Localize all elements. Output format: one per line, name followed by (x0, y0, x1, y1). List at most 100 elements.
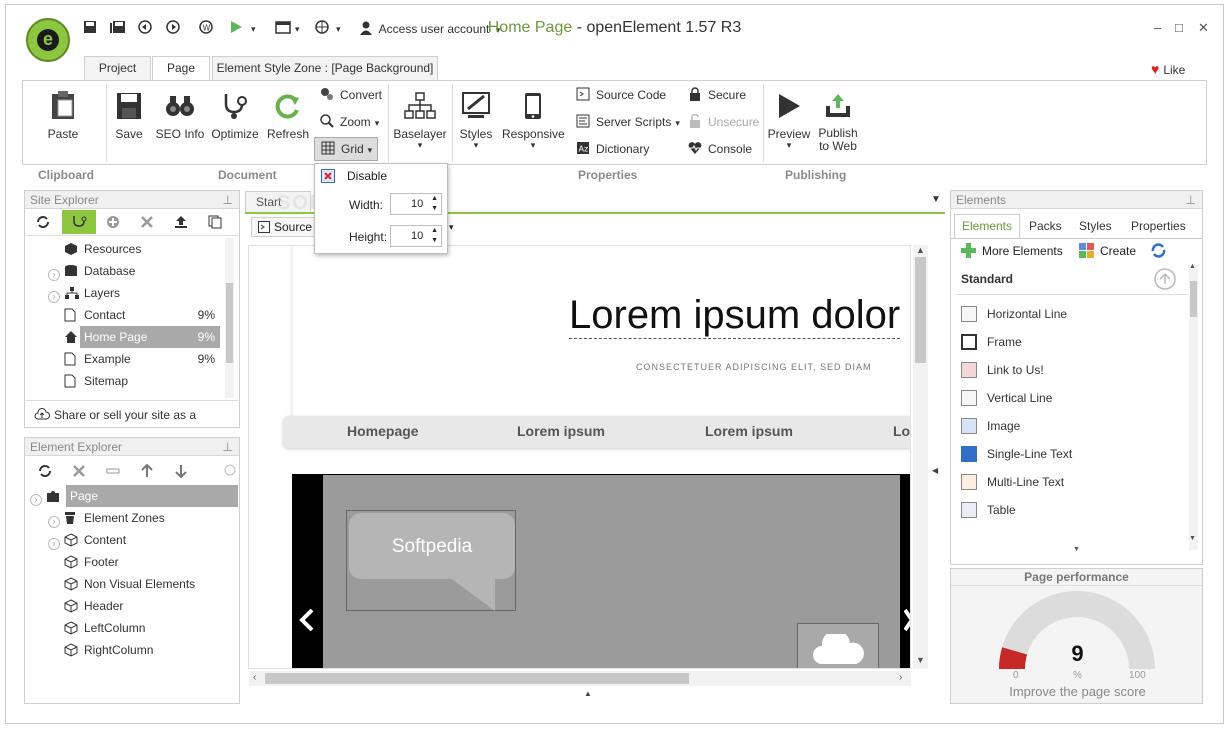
preview-button[interactable]: Preview ▾ (767, 92, 811, 150)
site-tree-scroll-thumb[interactable] (226, 283, 233, 363)
element-item-footer[interactable]: Footer (26, 551, 238, 573)
tab-project[interactable]: Project (84, 56, 151, 80)
element-item-leftcolumn[interactable]: LeftColumn (26, 617, 238, 639)
slider-prev-icon[interactable] (299, 608, 315, 635)
maximize-button[interactable]: □ (1175, 20, 1183, 35)
grid-height-stepper[interactable]: 10 ▲ ▼ (390, 225, 442, 247)
element-item-header[interactable]: Header (26, 595, 238, 617)
element-item-non-visual[interactable]: Non Visual Elements (26, 573, 238, 595)
responsive-button[interactable]: Responsive ▾ (502, 92, 565, 150)
panel-collapse-left-icon[interactable]: ◀ (932, 466, 938, 475)
source-view-button[interactable]: Source (251, 217, 321, 237)
expand-icon[interactable]: › (48, 538, 60, 550)
source-code-button[interactable]: Source Code (576, 86, 666, 104)
canvas-hscroll-thumb[interactable] (265, 673, 689, 684)
dictionary-button[interactable]: Az Dictionary (576, 140, 649, 158)
tab-element-style-zone[interactable]: Element Style Zone : [Page Background] (212, 56, 438, 80)
expand-icon[interactable]: › (48, 516, 60, 528)
nav-item-homepage[interactable]: Homepage (347, 423, 419, 439)
improve-score-link[interactable]: Improve the page score (951, 684, 1204, 699)
slider-next-icon[interactable] (903, 608, 910, 635)
pin-icon[interactable]: ⊥ (223, 438, 233, 456)
minus-icon[interactable] (106, 464, 120, 481)
site-item-resources[interactable]: Resources (26, 238, 221, 260)
expand-icon[interactable]: › (48, 269, 60, 281)
element-image[interactable]: Image (961, 412, 1181, 440)
site-tree-scrollbar[interactable] (225, 238, 234, 398)
sync-icon[interactable] (38, 464, 52, 481)
paste-button[interactable]: Paste (40, 90, 86, 141)
refresh-elements-icon[interactable] (1151, 243, 1166, 261)
unsecure-button[interactable]: Unsecure (688, 113, 759, 131)
elements-more-down-icon[interactable]: ▼ (1073, 546, 1080, 553)
collapse-icon[interactable] (224, 464, 236, 479)
site-item-sitemap[interactable]: Sitemap (26, 370, 221, 392)
tab-page[interactable]: Page (152, 56, 210, 81)
element-item-page[interactable]: › Page (26, 485, 238, 507)
scroll-up-icon[interactable]: ▲ (916, 245, 925, 255)
panel-collapse-up-icon[interactable]: ▲ (584, 689, 592, 698)
optimize-button[interactable]: Optimize (211, 92, 259, 141)
grid-button[interactable]: Grid ▾ (314, 137, 378, 161)
speech-bubble-frame[interactable]: Softpedia (346, 510, 516, 611)
site-item-example[interactable]: Example 9% (26, 348, 221, 370)
element-item-content[interactable]: › Content (26, 529, 238, 551)
nav-item-lorem-3[interactable]: Lo (893, 423, 910, 439)
stepper-down-icon[interactable]: ▼ (431, 199, 438, 219)
elements-scrollbar[interactable]: ▲ ▼ (1189, 263, 1198, 550)
expand-icon[interactable]: › (30, 494, 42, 506)
elements-tab-styles[interactable]: Styles (1079, 219, 1112, 233)
create-element-button[interactable]: Create (1079, 243, 1136, 261)
canvas-horizontal-scrollbar[interactable]: ‹ › (249, 671, 911, 686)
element-single-line-text[interactable]: Single-Line Text (961, 440, 1181, 468)
section-collapse-icon[interactable] (1154, 268, 1176, 293)
delete-icon[interactable] (140, 215, 154, 232)
grid-disable-option[interactable]: Disable (321, 169, 387, 186)
server-scripts-button[interactable]: Server Scripts ▾ (576, 113, 680, 131)
canvas-vscroll-thumb[interactable] (915, 257, 926, 363)
upload-icon[interactable] (174, 215, 188, 232)
site-item-database[interactable]: › Database (26, 260, 221, 282)
scroll-right-icon[interactable]: › (899, 672, 902, 683)
delete-icon[interactable] (72, 464, 86, 481)
element-link-to-us[interactable]: Link to Us! (961, 356, 1181, 384)
element-horizontal-line[interactable]: Horizontal Line (961, 300, 1181, 328)
zoom-button[interactable]: Zoom ▾ (320, 113, 379, 131)
pin-icon[interactable]: ⊥ (223, 191, 233, 209)
seo-info-button[interactable]: SEO Info (155, 92, 205, 141)
secure-button[interactable]: Secure (688, 86, 746, 104)
elements-tab-properties[interactable]: Properties (1131, 219, 1186, 233)
copy-icon[interactable] (208, 215, 222, 232)
elements-scroll-thumb[interactable] (1190, 281, 1197, 317)
pin-icon[interactable]: ⊥ (1186, 191, 1196, 209)
page-heading[interactable]: Lorem ipsum dolor (569, 292, 901, 339)
element-vertical-line[interactable]: Vertical Line (961, 384, 1181, 412)
sync-icon[interactable] (36, 215, 50, 232)
scroll-up-icon[interactable]: ▲ (1189, 263, 1196, 270)
element-multi-line-text[interactable]: Multi-Line Text (961, 468, 1181, 496)
baselayer-button[interactable]: Baselayer ▾ (393, 92, 447, 150)
site-item-home-page[interactable]: Home Page 9% (26, 326, 221, 348)
element-table[interactable]: Table (961, 496, 1181, 524)
console-button[interactable]: Console (688, 140, 752, 158)
minimize-button[interactable]: – (1154, 20, 1161, 35)
nav-item-lorem-2[interactable]: Lorem ipsum (705, 423, 793, 439)
grid-width-stepper[interactable]: 10 ▲ ▼ (390, 193, 442, 215)
save-button[interactable]: Save (111, 92, 147, 141)
stepper-down-icon[interactable]: ▼ (431, 231, 438, 251)
expand-icon[interactable]: › (48, 291, 60, 303)
scroll-down-icon[interactable]: ▼ (1189, 535, 1196, 542)
close-button[interactable]: ✕ (1198, 20, 1209, 36)
cloud-image-frame[interactable] (797, 623, 879, 668)
site-item-contact[interactable]: Contact 9% (26, 304, 221, 326)
canvas-vertical-scrollbar[interactable]: ▲ ▼ (913, 245, 928, 669)
arrow-down-icon[interactable] (174, 464, 188, 481)
element-frame[interactable]: Frame (961, 328, 1181, 356)
view-dropdown-icon[interactable]: ▾ (449, 222, 454, 233)
more-elements-button[interactable]: More Elements (961, 243, 1063, 261)
elements-tab-elements[interactable]: Elements (954, 214, 1020, 238)
like-button[interactable]: ♥ Like (1151, 61, 1185, 77)
share-template-link[interactable]: Share or sell your site as a template (26, 400, 238, 452)
publish-button[interactable]: Publish to Web (815, 92, 861, 153)
scroll-down-icon[interactable]: ▼ (916, 655, 925, 665)
